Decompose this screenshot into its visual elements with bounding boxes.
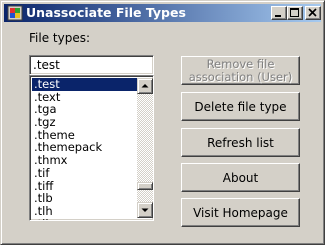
list-item[interactable]: .tga (32, 103, 137, 116)
file-types-list-items: .test .text .tga .tgz .theme .themepack .thmx.… (32, 78, 137, 220)
scroll-down-button[interactable] (137, 202, 153, 218)
arrow-up-icon (141, 84, 149, 88)
visit-homepage-button[interactable]: Visit Homepage (181, 198, 300, 227)
list-item[interactable]: .test (32, 78, 137, 91)
list-item[interactable]: .tif (32, 167, 137, 180)
close-button[interactable] (305, 6, 321, 20)
refresh-list-button[interactable]: Refresh list (181, 128, 300, 157)
refresh-list-label: Refresh list (207, 135, 274, 150)
list-item[interactable]: .text (32, 91, 137, 104)
app-window: Unassociate File Types File types: .test… (0, 0, 325, 245)
app-icon (7, 5, 23, 21)
filter-input[interactable] (33, 58, 148, 72)
title-bar[interactable]: Unassociate File Types (4, 4, 321, 22)
list-item[interactable]: .tlb (32, 192, 137, 205)
list-item[interactable]: .theme (32, 129, 137, 142)
file-types-list[interactable]: .test .text .tga .tgz .theme .themepack .thmx.… (29, 75, 154, 221)
maximize-button[interactable] (287, 6, 303, 20)
remove-association-label: Remove file association (User) (188, 56, 293, 84)
minimize-button[interactable] (271, 6, 287, 20)
list-item[interactable]: .tli (32, 218, 137, 220)
visit-homepage-label: Visit Homepage (193, 205, 288, 220)
list-item[interactable]: .tlh (32, 205, 137, 218)
list-item[interactable]: .tiff (32, 180, 137, 193)
remove-association-button[interactable]: Remove file association (User) (181, 56, 300, 85)
scroll-up-button[interactable] (137, 78, 153, 94)
about-button[interactable]: About (181, 163, 300, 192)
list-item[interactable]: .thmx (32, 154, 137, 167)
delete-file-type-label: Delete file type (194, 99, 287, 114)
about-label: About (222, 170, 259, 185)
maximize-icon (290, 8, 299, 17)
list-scrollbar[interactable] (137, 78, 153, 218)
list-item[interactable]: .tgz (32, 116, 137, 129)
file-types-label: File types: (29, 31, 90, 45)
minimize-icon (275, 15, 281, 17)
scroll-thumb[interactable] (137, 182, 153, 190)
window-title: Unassociate File Types (26, 5, 186, 20)
list-item[interactable]: .themepack (32, 141, 137, 154)
filter-textbox[interactable] (29, 55, 154, 75)
arrow-down-icon (141, 208, 149, 212)
delete-file-type-button[interactable]: Delete file type (181, 92, 300, 121)
close-icon (308, 8, 317, 17)
